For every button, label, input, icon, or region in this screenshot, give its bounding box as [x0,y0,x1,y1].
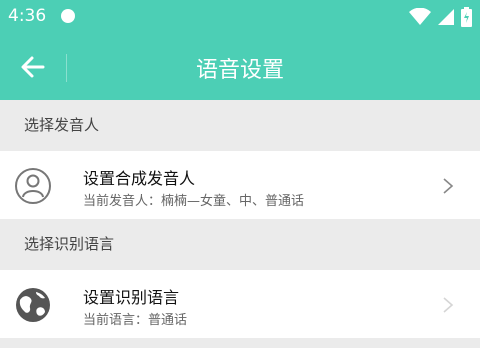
set-speaker-title: 设置合成发音人 [83,169,196,188]
app-bar: 4:36 语音设置 [0,0,480,100]
chevron-right-icon [443,178,454,194]
page-title: 语音设置 [195,58,284,83]
status-icons [409,6,472,28]
set-speaker-row[interactable]: 设置合成发音人 当前发音人：楠楠—女童、中、普通话 [0,151,480,219]
set-language-title: 设置识别语言 [83,288,180,307]
wifi-icon [409,8,431,25]
signal-icon [438,9,454,25]
toolbar: 语音设置 [0,36,480,100]
globe-icon [16,288,50,322]
section-header-speaker: 选择发音人 [0,100,480,151]
person-icon [15,168,51,204]
current-speaker-text: 当前发音人：楠楠—女童、中、普通话 [83,194,305,209]
battery-charging-icon [461,7,472,27]
set-language-row[interactable]: 设置识别语言 当前语言：普通话 [0,270,480,338]
chevron-right-icon [443,297,454,313]
section-header-language: 选择识别语言 [0,219,480,270]
notification-dot-icon [61,9,75,23]
status-time: 4:36 [8,6,47,26]
status-bar: 4:36 [0,0,480,36]
current-language-text: 当前语言：普通话 [83,313,188,328]
